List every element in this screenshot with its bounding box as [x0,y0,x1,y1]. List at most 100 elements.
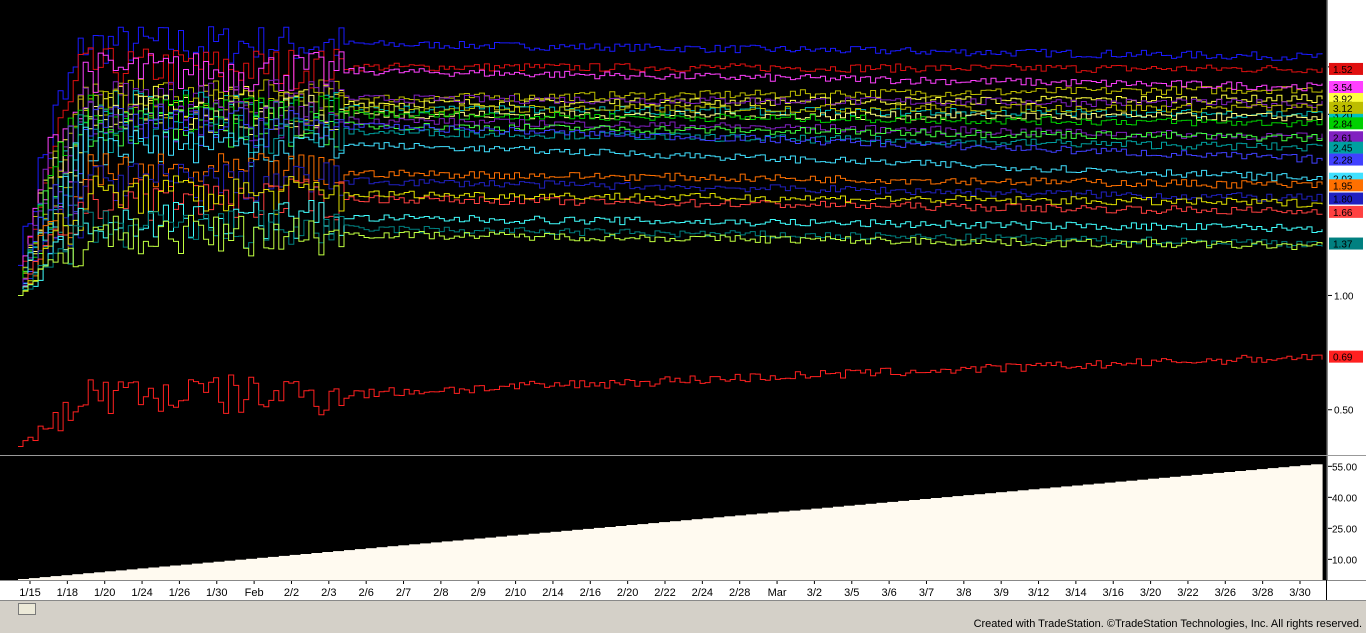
volume-bar[interactable] [1311,464,1323,580]
volume-bar[interactable] [387,546,400,580]
volume-bar[interactable] [83,573,95,580]
volume-bar[interactable] [1159,477,1171,580]
volume-bar[interactable] [398,545,410,580]
volume-bar[interactable] [637,524,649,580]
volume-bar[interactable] [898,500,910,580]
volume-bar[interactable] [604,527,617,580]
volume-bar[interactable] [615,526,628,580]
volume-bar[interactable] [213,561,226,580]
volume-bar[interactable] [919,499,932,580]
volume-bar[interactable] [115,570,128,580]
volume-bar[interactable] [539,532,552,580]
volume-bar[interactable] [104,571,117,580]
volume-bar[interactable] [1267,468,1280,580]
volume-bar[interactable] [126,569,139,580]
volume-bar[interactable] [724,516,736,580]
price-axis[interactable]: 4.003.001.000.501.524.253.923.543.203.12… [1327,0,1366,455]
volume-bar[interactable] [1082,484,1095,581]
volume-bar[interactable] [702,518,715,580]
volume-bar[interactable] [735,515,747,580]
volume-bar[interactable] [170,565,182,581]
volume-bar[interactable] [333,551,345,580]
volume-bar[interactable] [311,553,323,580]
volume-bar[interactable] [246,558,258,580]
volume-bar[interactable] [659,522,671,580]
volume-bar[interactable] [322,552,334,580]
volume-pane[interactable] [0,456,1327,580]
volume-bar[interactable] [822,507,834,580]
volume-bar[interactable] [289,554,302,580]
price-pane[interactable] [0,0,1327,455]
volume-bar[interactable] [376,547,389,580]
volume-axis[interactable]: 55.00 40.00 25.00 10.00 [1327,456,1366,580]
time-axis[interactable]: 1/15 1/18 1/20 1/24 1/26 1/30 Feb 2/2 2/3 2/6 2/7 2… [0,580,1326,601]
volume-bar[interactable] [680,520,693,580]
volume-bar[interactable] [267,556,280,580]
volume-bar[interactable] [550,531,563,580]
volume-bar[interactable] [1213,472,1225,580]
volume-bar[interactable] [528,533,541,580]
volume-bar[interactable] [746,514,758,580]
volume-bar[interactable] [952,496,965,580]
volume-bar[interactable] [159,566,171,581]
volume-bar[interactable] [365,548,378,580]
volume-bar[interactable] [1137,479,1149,580]
volume-bar[interactable] [463,539,476,581]
volume-bar[interactable] [767,512,780,581]
volume-bar[interactable] [691,519,704,580]
volume-bar[interactable] [278,555,291,580]
volume-bar[interactable] [854,504,867,580]
volume-bar[interactable] [593,527,606,580]
volume-bar[interactable] [1006,491,1019,580]
volume-bar[interactable] [963,495,975,580]
volume-bar[interactable] [887,501,899,580]
volume-bar[interactable] [257,557,269,580]
volume-bar[interactable] [1028,489,1041,580]
volume-bar[interactable] [561,530,573,580]
volume-bar[interactable] [1126,480,1138,580]
volume-bar[interactable] [474,538,486,581]
volume-bar[interactable] [1169,476,1182,580]
volume-bar[interactable] [670,521,682,580]
volume-bar[interactable] [996,492,1008,580]
volume-bar[interactable] [1300,465,1312,580]
series-line-22[interactable] [18,354,1323,447]
volume-bar[interactable] [583,528,595,580]
volume-bar[interactable] [833,506,845,580]
volume-bar[interactable] [409,544,421,580]
volume-bar[interactable] [756,513,769,581]
volume-bar[interactable] [778,511,791,581]
volume-bar[interactable] [865,503,878,580]
volume-bar[interactable] [800,509,812,580]
volume-bar[interactable] [181,564,193,580]
volume-bar[interactable] [420,543,432,580]
price-chart-svg[interactable] [0,0,1326,455]
volume-bar[interactable] [572,529,584,580]
volume-bar[interactable] [344,550,356,580]
series-line-19[interactable] [18,200,1323,296]
volume-bar[interactable] [300,554,313,580]
volume-bar[interactable] [930,498,943,580]
volume-bar[interactable] [626,525,639,580]
volume-bar[interactable] [1256,469,1269,580]
volume-bar[interactable] [941,497,954,580]
volume-bar[interactable] [191,563,204,580]
volume-bar[interactable] [202,562,215,580]
volume-bar[interactable] [1278,467,1291,580]
volume-bar[interactable] [507,535,519,580]
volume-bar[interactable] [974,494,986,580]
volume-bar[interactable] [1235,471,1247,580]
volume-bar[interactable] [452,540,465,581]
volume-bar[interactable] [1148,478,1160,580]
volume-bar[interactable] [1289,466,1301,580]
volume-bar[interactable] [137,568,150,580]
volume-bar[interactable] [1039,488,1052,580]
volume-bar[interactable] [909,500,921,580]
volume-bar[interactable] [485,537,497,580]
volume-bar[interactable] [1115,481,1128,580]
volume-bar[interactable] [441,541,454,580]
volume-bar[interactable] [811,508,823,580]
volume-bar[interactable] [789,510,802,580]
volume-bar[interactable] [843,505,856,580]
volume-bar[interactable] [1202,473,1215,580]
